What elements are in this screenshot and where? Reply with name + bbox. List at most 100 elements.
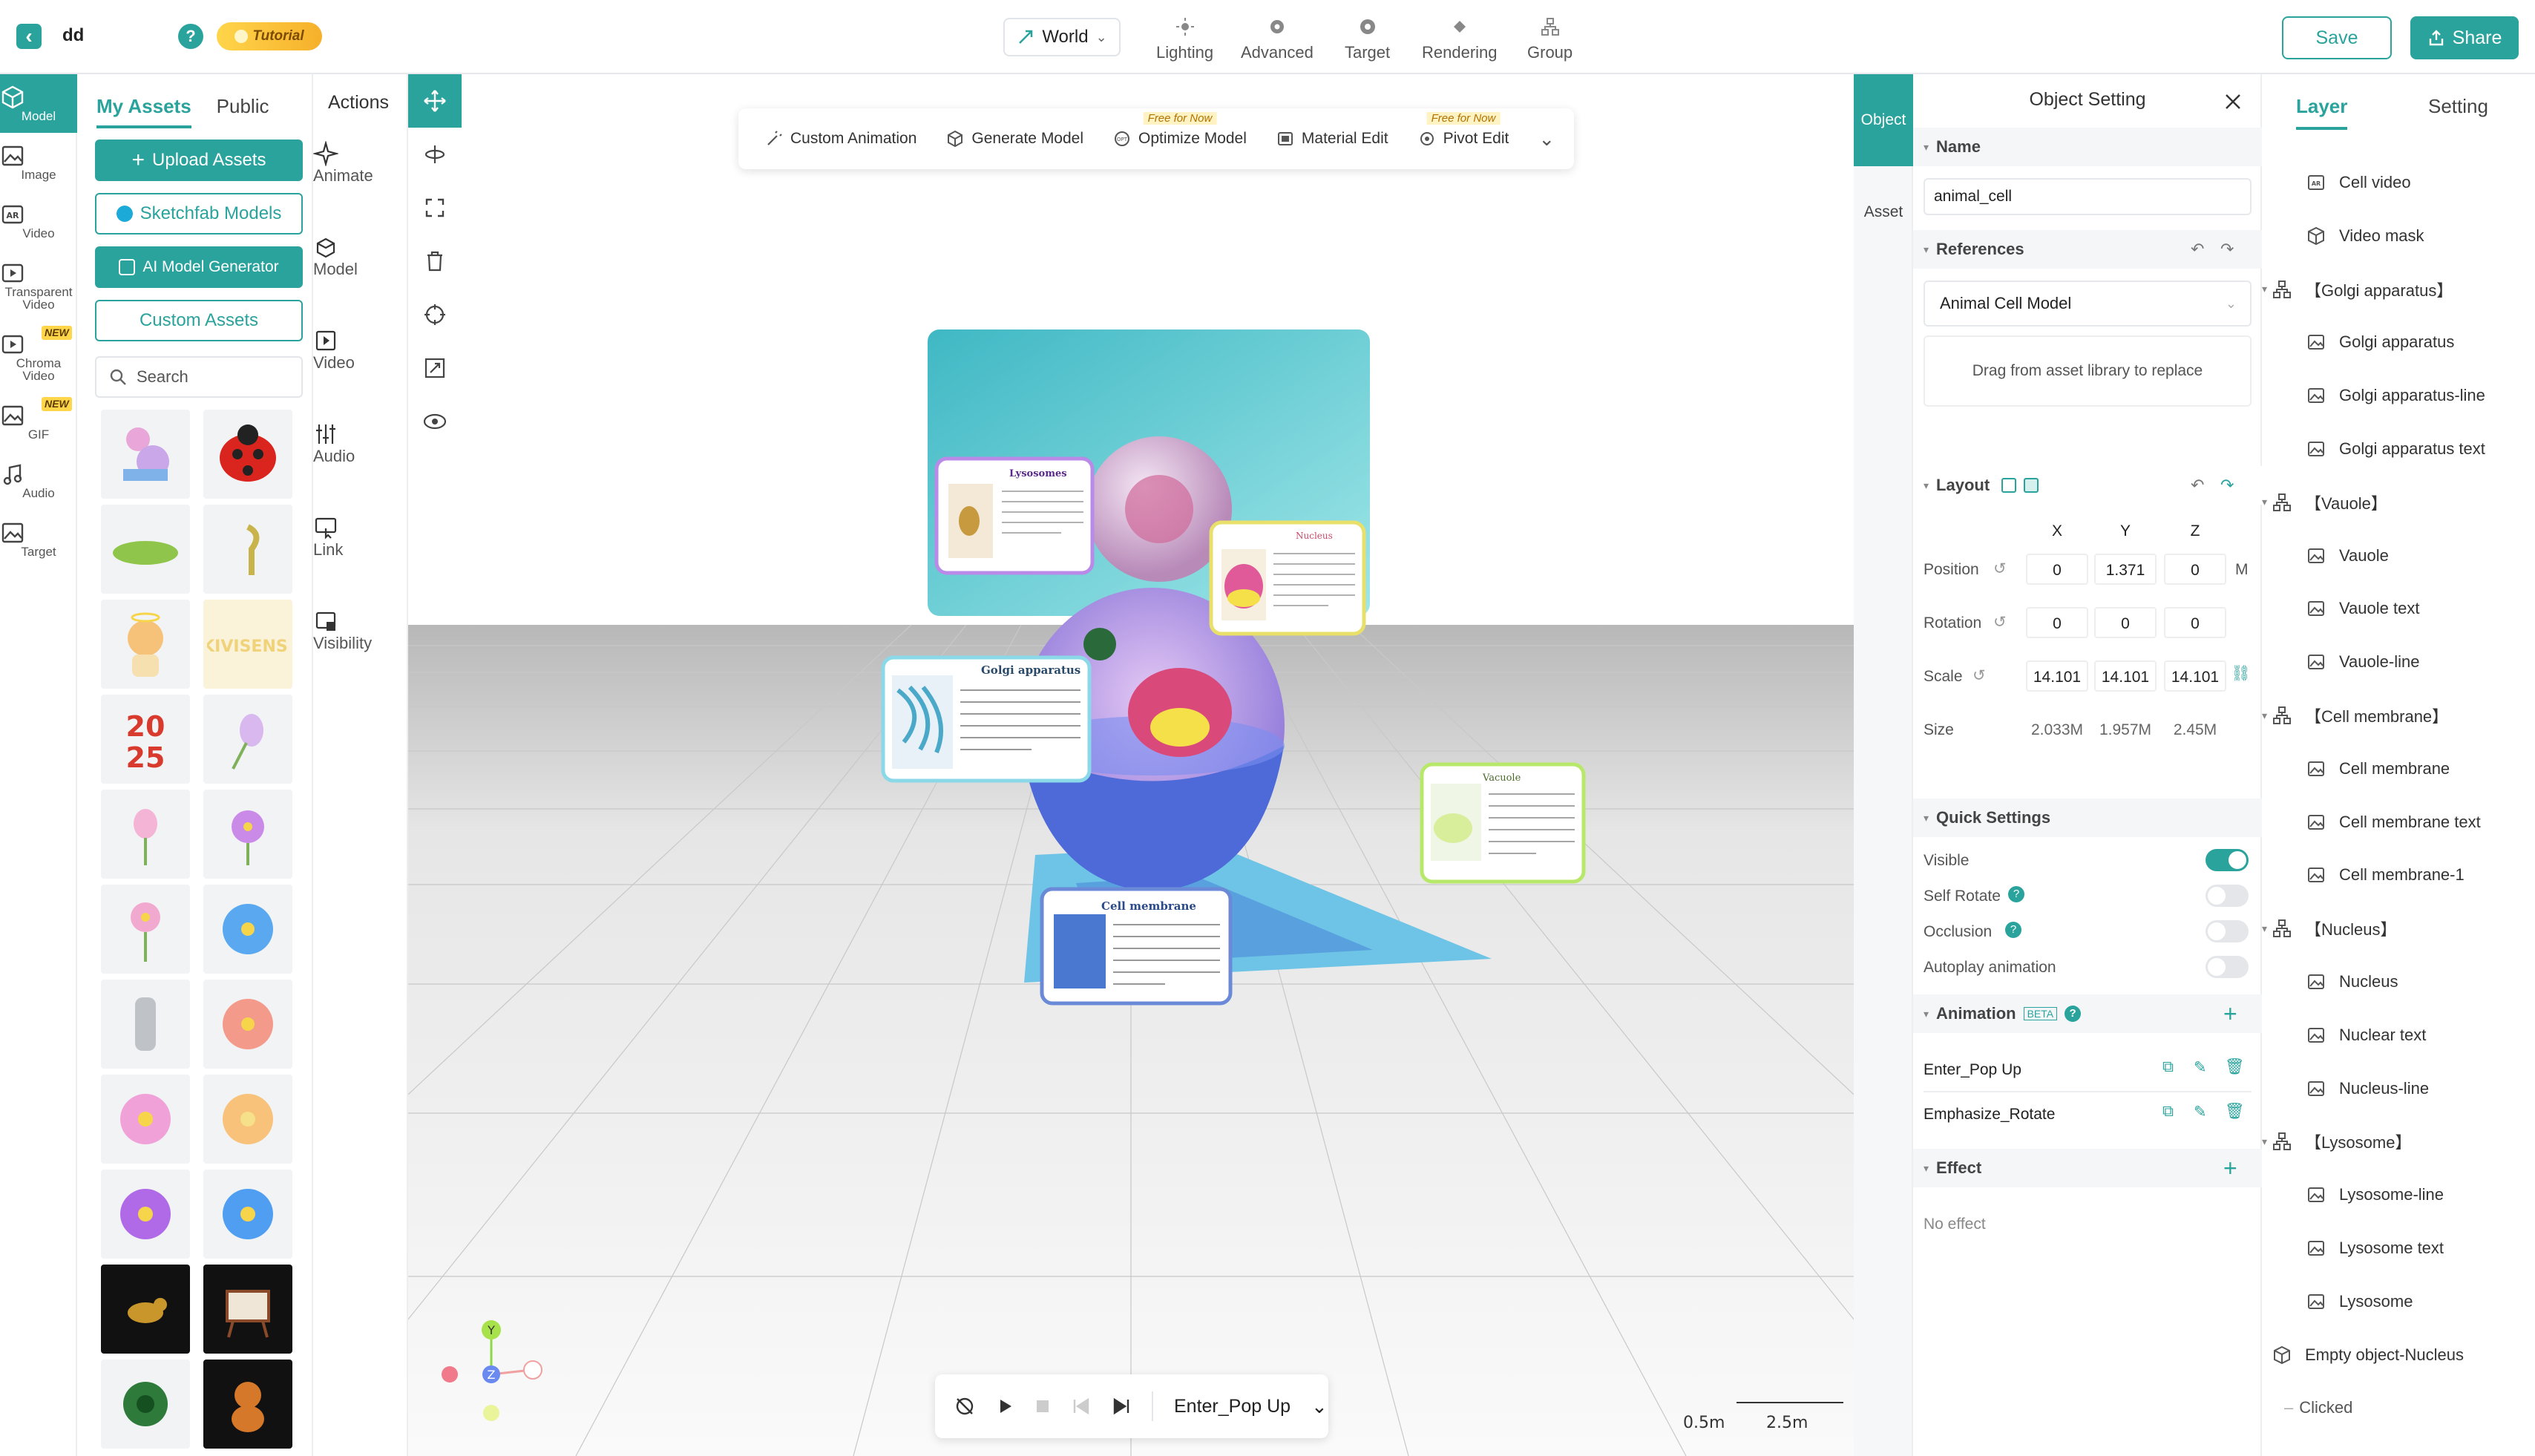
label-card-lysosomes[interactable]: Lysosomes xyxy=(934,456,1095,575)
action-audio[interactable]: Audio xyxy=(313,422,408,466)
edit-icon[interactable]: ✎ xyxy=(2194,1058,2207,1077)
asset-thumbnail[interactable] xyxy=(101,980,190,1069)
target-tool[interactable]: Target xyxy=(1345,16,1390,62)
position-x-input[interactable]: 0 xyxy=(2026,554,2088,585)
tab-my-assets[interactable]: My Assets xyxy=(96,95,191,128)
tab-object[interactable]: Object xyxy=(1854,74,1913,166)
scale-x-input[interactable]: 14.101 xyxy=(2026,660,2088,692)
layer-row[interactable]: ▾ 【Nucleus】 xyxy=(2262,902,2535,955)
trash-icon[interactable]: 🗑 xyxy=(2225,1058,2245,1076)
undo-icon[interactable]: ↶ xyxy=(2191,240,2204,259)
help-button[interactable]: ? xyxy=(178,24,203,49)
asset-thumbnail[interactable] xyxy=(101,1265,190,1354)
info-icon[interactable]: ? xyxy=(2005,922,2021,938)
move-tool[interactable] xyxy=(408,74,462,128)
stop-icon[interactable] xyxy=(1034,1398,1051,1414)
label-card-vacuole[interactable]: Vacuole xyxy=(1420,762,1586,884)
asset-thumbnail[interactable] xyxy=(203,885,292,974)
nav-item-transparent-video[interactable]: Transparent Video xyxy=(0,250,77,321)
layer-row[interactable]: Lysosome xyxy=(2262,1275,2535,1328)
caret-down-icon[interactable]: ▾ xyxy=(2262,709,2267,722)
layer-row[interactable]: Cell membrane xyxy=(2262,742,2535,796)
effect-section-header[interactable]: ▾ Effect + xyxy=(1913,1149,2262,1187)
asset-thumbnail[interactable] xyxy=(203,1360,292,1449)
action-visibility[interactable]: Visibility xyxy=(313,609,408,653)
action-animate[interactable]: Animate xyxy=(313,141,408,186)
quick-settings-header[interactable]: ▾ Quick Settings xyxy=(1913,798,2262,837)
layer-row[interactable]: Nucleus xyxy=(2262,955,2535,1009)
copy-icon[interactable] xyxy=(2001,478,2017,493)
step-back-icon[interactable] xyxy=(1072,1397,1091,1415)
asset-thumbnail[interactable] xyxy=(101,1170,190,1259)
advanced-tool[interactable]: Advanced xyxy=(1241,16,1314,62)
tutorial-button[interactable]: Tutorial xyxy=(217,22,322,50)
nav-item-audio[interactable]: Audio xyxy=(0,451,77,510)
ai-model-generator-button[interactable]: AI Model Generator xyxy=(95,246,303,288)
asset-thumbnail[interactable] xyxy=(101,505,190,594)
back-button[interactable]: ‹ xyxy=(16,24,42,49)
nav-item-gif[interactable]: NEW GIF xyxy=(0,393,77,451)
asset-thumbnail[interactable] xyxy=(203,505,292,594)
label-card-golgi-apparatus[interactable]: Golgi apparatus xyxy=(881,655,1092,783)
animation-item[interactable]: Enter_Pop Up xyxy=(1924,1061,2021,1079)
occlusion-toggle[interactable] xyxy=(2206,920,2249,942)
layout-section-header[interactable]: ▾ Layout ↶ ↷ xyxy=(1913,466,2262,505)
rendering-tool[interactable]: Rendering xyxy=(1422,16,1498,62)
step-forward-icon[interactable] xyxy=(1112,1397,1131,1415)
loop-off-icon[interactable] xyxy=(954,1396,975,1417)
reference-drop-zone[interactable]: Drag from asset library to replace xyxy=(1924,335,2252,407)
asset-thumbnail[interactable] xyxy=(101,600,190,689)
sketchfab-models-button[interactable]: Sketchfab Models xyxy=(95,193,303,235)
scale-y-input[interactable]: 14.101 xyxy=(2094,660,2157,692)
reset-icon[interactable]: ↺ xyxy=(1993,560,2007,578)
upload-assets-button[interactable]: + Upload Assets xyxy=(95,140,303,181)
custom-assets-button[interactable]: Custom Assets xyxy=(95,300,303,341)
tab-public[interactable]: Public xyxy=(217,95,269,128)
chevron-down-icon[interactable]: ⌄ xyxy=(1311,1395,1328,1418)
material-edit-button[interactable]: Material Edit xyxy=(1276,130,1388,148)
nav-item-video[interactable]: AR Video xyxy=(0,191,77,250)
lighting-tool[interactable]: Lighting xyxy=(1156,16,1213,62)
asset-thumbnail[interactable] xyxy=(203,1265,292,1354)
info-icon[interactable]: ? xyxy=(2065,1006,2082,1022)
action-video[interactable]: Video xyxy=(313,328,408,373)
layer-row[interactable]: ▾ 【Golgi apparatus】 xyxy=(2262,263,2535,316)
object-name-input[interactable]: animal_cell xyxy=(1924,178,2252,215)
asset-thumbnail[interactable] xyxy=(101,790,190,879)
pivot-edit-button[interactable]: Free for Now Pivot Edit xyxy=(1418,112,1509,148)
edit-icon[interactable]: ✎ xyxy=(2194,1103,2207,1121)
nav-item-image[interactable]: Image xyxy=(0,133,77,191)
action-link[interactable]: Link xyxy=(313,515,408,560)
asset-thumbnail[interactable] xyxy=(203,790,292,879)
view-tool[interactable] xyxy=(408,395,462,448)
layer-row[interactable]: Cell membrane text xyxy=(2262,796,2535,849)
position-y-input[interactable]: 1.371 xyxy=(2094,554,2157,585)
copy-icon[interactable]: ⧉ xyxy=(2162,1058,2174,1076)
layer-row[interactable]: Golgi apparatus-line xyxy=(2262,369,2535,422)
layer-row[interactable]: Nuclear text xyxy=(2262,1009,2535,1062)
delete-tool[interactable] xyxy=(408,235,462,288)
self-rotate-toggle[interactable] xyxy=(2206,885,2249,907)
references-section-header[interactable]: ▾ References ↶ ↷ xyxy=(1913,230,2262,269)
layer-row[interactable]: Nucleus-line xyxy=(2262,1062,2535,1115)
group-tool[interactable]: Group xyxy=(1527,16,1573,62)
scale-tool[interactable] xyxy=(408,181,462,235)
redo-icon[interactable]: ↷ xyxy=(2220,476,2234,495)
asset-thumbnail[interactable]: KIVISENSI xyxy=(203,600,292,689)
lock-ratio-icon[interactable]: ⛓ xyxy=(2231,665,2251,683)
asset-thumbnail[interactable] xyxy=(203,410,292,499)
caret-down-icon[interactable]: ▾ xyxy=(2262,283,2267,295)
copy-icon[interactable]: ⧉ xyxy=(2162,1103,2174,1121)
nav-item-model[interactable]: Model xyxy=(0,74,77,133)
layer-row[interactable]: ▾ 【Vauole】 xyxy=(2262,476,2535,529)
close-icon[interactable] xyxy=(2223,92,2243,111)
caret-down-icon[interactable]: ▾ xyxy=(2262,496,2267,508)
chevron-down-icon[interactable]: ⌄ xyxy=(1538,128,1555,151)
layer-row[interactable]: – Clicked xyxy=(2262,1381,2535,1434)
asset-thumbnail[interactable] xyxy=(203,1075,292,1164)
layer-row[interactable]: ▾ 【Lysosome】 xyxy=(2262,1115,2535,1168)
layer-row[interactable]: Empty object-Nucleus xyxy=(2262,1328,2535,1382)
scale-z-input[interactable]: 14.101 xyxy=(2164,660,2226,692)
layer-row[interactable]: Vauole-line xyxy=(2262,635,2535,689)
position-z-input[interactable]: 0 xyxy=(2164,554,2226,585)
